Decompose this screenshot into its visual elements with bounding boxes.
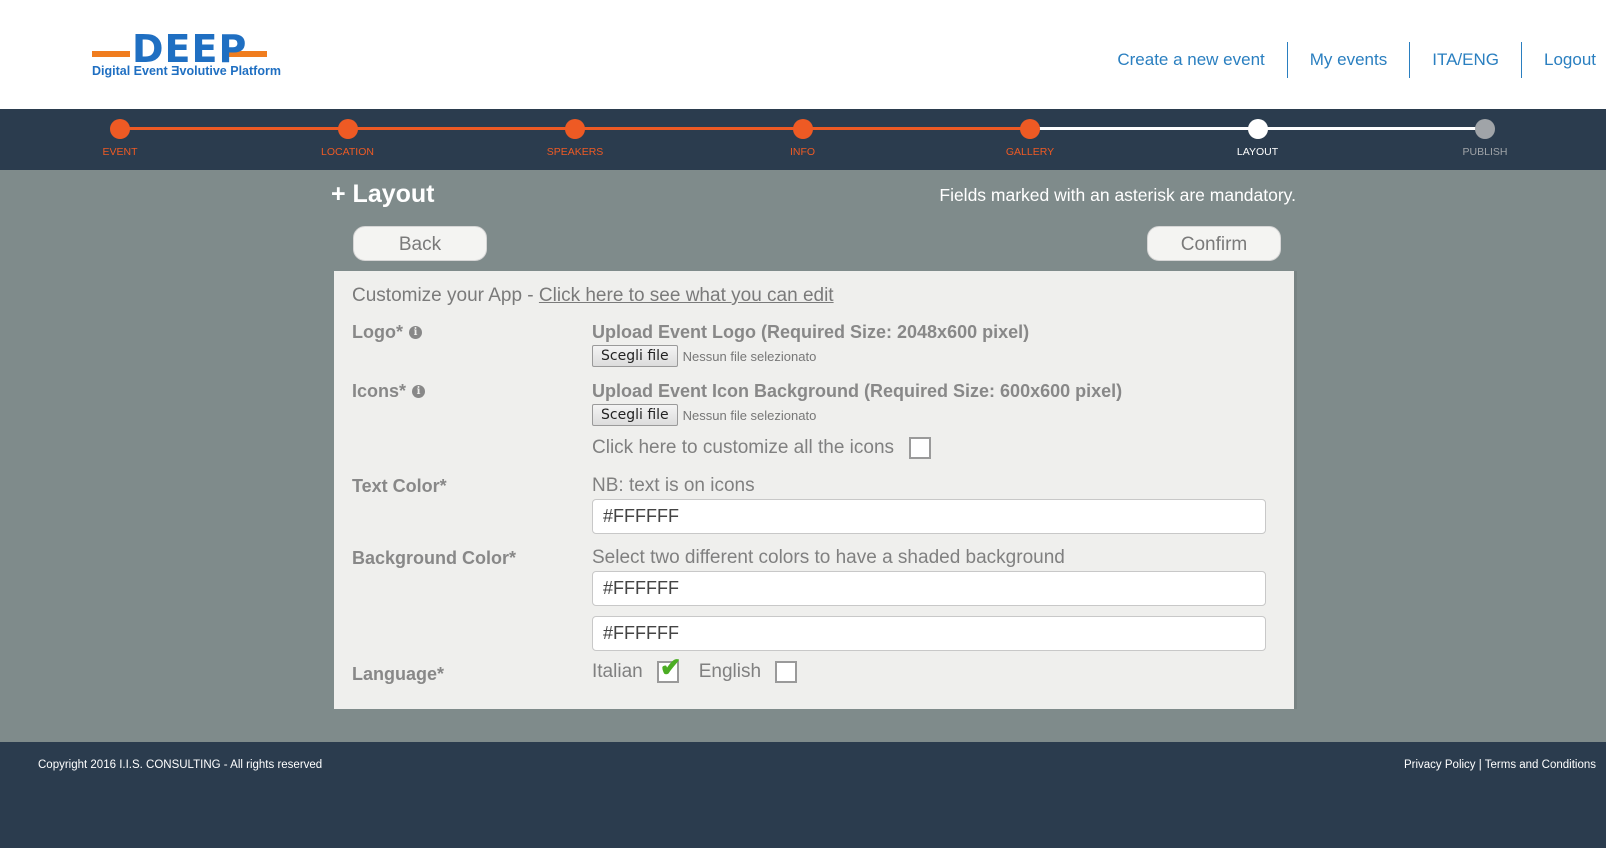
- progress-stepper: EVENT LOCATION SPEAKERS INFO GALLERY LAYOUT PU…: [0, 109, 1606, 170]
- logo-label: Logo* i: [352, 322, 422, 343]
- customize-icons-checkbox[interactable]: [909, 437, 932, 459]
- deep-logo[interactable]: DEEP Digital Event Ǝvolutive Platform: [92, 28, 281, 82]
- icons-upload-title: Upload Event Icon Background (Required S…: [592, 381, 1123, 401]
- step-label-gallery[interactable]: GALLERY: [970, 146, 1090, 158]
- step-connector: [347, 127, 575, 130]
- icons-label-text: Icons*: [352, 381, 407, 401]
- logo-label-text: Logo*: [352, 322, 403, 342]
- footer-links: Privacy Policy | Terms and Conditions: [1404, 759, 1596, 771]
- info-icon[interactable]: i: [412, 385, 426, 398]
- intro-label: Customize your App -: [352, 285, 539, 306]
- text-color-label: Text Color*: [352, 476, 447, 496]
- step-label-layout[interactable]: LAYOUT: [1198, 146, 1318, 158]
- language-options: Italian ✔ English: [592, 653, 798, 683]
- step-dot-info[interactable]: [792, 119, 813, 139]
- top-nav: Create a new event My events ITA/ENG Log…: [1095, 42, 1596, 78]
- intro-text: Customize your App - Click here to see w…: [352, 285, 834, 307]
- info-icon[interactable]: i: [409, 326, 422, 339]
- background-color-input-2[interactable]: [592, 616, 1266, 651]
- page-title: + Layout: [331, 180, 435, 208]
- icons-file-status: Nessun file selezionato: [682, 407, 817, 423]
- step-label-event[interactable]: EVENT: [60, 146, 180, 158]
- background-color-hint: Select two different colors to have a sh…: [592, 547, 1065, 568]
- logo-file-input: Scegli file Nessun file selezionato: [592, 345, 816, 367]
- step-connector: [120, 127, 348, 130]
- language-english-label: English: [698, 661, 762, 682]
- mandatory-note: Fields marked with an asterisk are manda…: [939, 185, 1296, 205]
- footer: Copyright 2016 I.I.S. CONSULTING - All r…: [0, 742, 1606, 848]
- icons-file-input: Scegli file Nessun file selezionato: [592, 404, 816, 426]
- icons-choose-file-button[interactable]: Scegli file: [592, 404, 678, 426]
- top-header: DEEP Digital Event Ǝvolutive Platform Cr…: [0, 0, 1606, 109]
- step-label-location[interactable]: LOCATION: [288, 146, 408, 158]
- step-connector: [802, 127, 1030, 130]
- confirm-button[interactable]: Confirm: [1147, 226, 1281, 261]
- logo-choose-file-button[interactable]: Scegli file: [592, 345, 678, 367]
- language-italian-label: Italian: [592, 661, 643, 682]
- terms-link[interactable]: Terms and Conditions: [1485, 759, 1596, 771]
- customize-icons-label: Click here to customize all the icons: [592, 437, 895, 459]
- step-label-speakers[interactable]: SPEAKERS: [515, 146, 635, 158]
- edit-info-link[interactable]: Click here to see what you can edit: [539, 285, 834, 306]
- step-dot-publish[interactable]: [1475, 119, 1495, 139]
- step-dot-location[interactable]: [337, 119, 358, 139]
- step-label-info[interactable]: INFO: [743, 146, 863, 158]
- step-connector: [1257, 127, 1485, 130]
- logo-bar-left: [92, 51, 130, 57]
- nav-language-toggle[interactable]: ITA/ENG: [1409, 42, 1521, 78]
- icons-label: Icons* i: [352, 381, 426, 402]
- language-italian-checkbox[interactable]: ✔: [656, 653, 682, 683]
- language-english-checkbox[interactable]: [775, 661, 798, 683]
- step-dot-speakers[interactable]: [565, 119, 585, 139]
- text-color-hint: NB: text is on icons: [592, 475, 755, 496]
- logo-subtitle: Digital Event Ǝvolutive Platform: [92, 64, 281, 78]
- logo-upload-title: Upload Event Logo (Required Size: 2048x6…: [592, 322, 1030, 342]
- step-connector: [1030, 127, 1258, 130]
- customize-icons-row: Click here to customize all the icons: [592, 437, 932, 459]
- checkmark-icon: ✔: [659, 652, 682, 682]
- layout-form-panel: Customize your App - Click here to see w…: [334, 271, 1294, 709]
- logo-file-status: Nessun file selezionato: [682, 348, 817, 364]
- privacy-policy-link[interactable]: Privacy Policy: [1404, 759, 1476, 771]
- step-label-publish[interactable]: PUBLISH: [1425, 146, 1545, 158]
- copyright-text: Copyright 2016 I.I.S. CONSULTING - All r…: [38, 759, 323, 771]
- background-color-label: Background Color*: [352, 548, 517, 568]
- step-dot-event[interactable]: [110, 119, 130, 139]
- nav-create-event[interactable]: Create a new event: [1095, 42, 1286, 78]
- back-button[interactable]: Back: [353, 226, 487, 261]
- footer-separator: |: [1478, 759, 1482, 771]
- step-connector: [575, 127, 803, 130]
- text-color-input[interactable]: [592, 499, 1266, 534]
- step-dot-gallery[interactable]: [1020, 119, 1040, 139]
- step-dot-layout[interactable]: [1247, 119, 1268, 139]
- nav-my-events[interactable]: My events: [1286, 42, 1409, 78]
- language-label: Language*: [352, 664, 445, 684]
- background-color-input-1[interactable]: [592, 571, 1266, 606]
- nav-logout[interactable]: Logout: [1521, 42, 1596, 78]
